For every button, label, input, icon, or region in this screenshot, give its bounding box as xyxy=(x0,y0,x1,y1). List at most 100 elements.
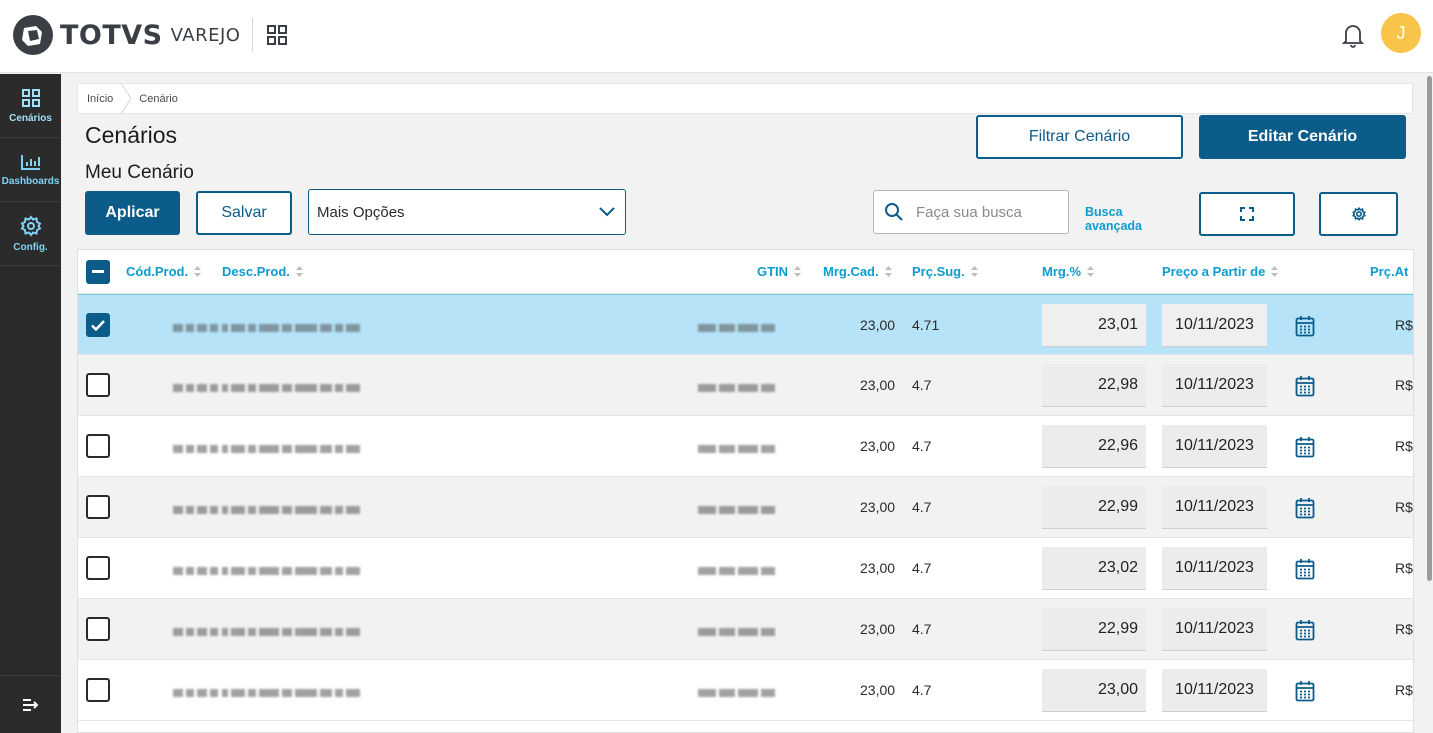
date-input[interactable]: 10/11/2023 xyxy=(1162,608,1267,651)
table-row[interactable]: 23,00 4.7 22,99 10/11/2023 R$ xyxy=(78,477,1413,538)
notification-bell-icon[interactable] xyxy=(1341,22,1365,48)
table-row[interactable]: 23,00 4.7 22,96 10/11/2023 R$ xyxy=(78,416,1413,477)
user-avatar[interactable]: J xyxy=(1381,13,1421,53)
row-checkbox[interactable] xyxy=(86,313,110,337)
column-label: Desc.Prod. xyxy=(222,264,290,279)
mrg-pct-input[interactable]: 23,01 xyxy=(1042,304,1146,347)
date-input[interactable]: 10/11/2023 xyxy=(1162,669,1267,712)
row-checkbox[interactable] xyxy=(86,373,110,397)
prc-sug-value: 4.7 xyxy=(912,560,932,576)
calendar-icon[interactable] xyxy=(1295,558,1315,580)
calendar-icon[interactable] xyxy=(1295,375,1315,397)
column-label: Prç.Sug. xyxy=(912,264,965,279)
mrg-cad-value: 23,00 xyxy=(860,560,896,576)
column-header-mrg-cad[interactable]: Mrg.Cad. xyxy=(823,264,892,279)
column-header-prc-sug[interactable]: Prç.Sug. xyxy=(912,264,978,279)
gtin-redacted xyxy=(698,684,778,697)
bar-chart-icon xyxy=(20,154,40,170)
indeterminate-icon xyxy=(92,270,104,273)
save-button[interactable]: Salvar xyxy=(196,191,292,235)
sidebar-item-cenarios[interactable]: Cenários xyxy=(0,74,61,138)
sidebar-item-config[interactable]: Config. xyxy=(0,202,61,266)
page-scrollbar-thumb[interactable] xyxy=(1427,76,1432,581)
search-icon xyxy=(885,203,903,221)
search-input[interactable] xyxy=(916,203,1056,221)
prc-at-value: R$ xyxy=(1395,621,1413,637)
table-row[interactable]: 23,00 4.7 22,98 10/11/2023 R$ xyxy=(78,355,1413,416)
main-content: Início Cenário Cenários Meu Cenário Filt… xyxy=(61,74,1433,733)
mrg-pct-input[interactable]: 22,98 xyxy=(1042,364,1146,407)
column-header-preco-partir[interactable]: Preço a Partir de xyxy=(1162,264,1279,279)
prc-at-value: R$ xyxy=(1395,499,1413,515)
sort-icon xyxy=(1271,266,1279,277)
column-header-desc-prod[interactable]: Desc.Prod. xyxy=(222,264,303,279)
table-row[interactable]: 23,00 4.7 22,99 10/11/2023 R$ xyxy=(78,599,1413,660)
prc-sug-value: 4.7 xyxy=(912,499,932,515)
mrg-cad-value: 23,00 xyxy=(860,438,896,454)
mrg-cad-value: 23,00 xyxy=(860,621,896,637)
fullscreen-button[interactable] xyxy=(1199,192,1295,236)
gtin-redacted xyxy=(698,379,778,392)
mrg-pct-input[interactable]: 22,99 xyxy=(1042,486,1146,529)
breadcrumb-item-inicio[interactable]: Início xyxy=(87,93,113,105)
prc-at-value: R$ xyxy=(1395,377,1413,393)
filter-scenario-button[interactable]: Filtrar Cenário xyxy=(976,115,1183,159)
gtin-redacted xyxy=(698,319,778,332)
prc-sug-value: 4.7 xyxy=(912,438,932,454)
table-settings-button[interactable] xyxy=(1319,192,1398,236)
apps-grid-icon[interactable] xyxy=(265,23,289,47)
table-row[interactable]: 23,00 4.71 23,01 10/11/2023 R$ xyxy=(78,294,1413,355)
edit-scenario-button[interactable]: Editar Cenário xyxy=(1199,115,1406,159)
row-checkbox[interactable] xyxy=(86,556,110,580)
mrg-pct-input[interactable]: 22,96 xyxy=(1042,425,1146,468)
mrg-pct-input[interactable]: 22,99 xyxy=(1042,608,1146,651)
more-options-select[interactable]: Mais Opções xyxy=(308,189,626,235)
collapse-menu-icon xyxy=(22,698,38,711)
calendar-icon[interactable] xyxy=(1295,619,1315,641)
row-checkbox[interactable] xyxy=(86,617,110,641)
mrg-pct-input[interactable]: 23,00 xyxy=(1042,669,1146,712)
column-label: Mrg.% xyxy=(1042,264,1081,279)
date-input[interactable]: 10/11/2023 xyxy=(1162,486,1267,529)
column-header-mrg-pct[interactable]: Mrg.% xyxy=(1042,264,1094,279)
search-box[interactable] xyxy=(873,190,1069,234)
apply-button[interactable]: Aplicar xyxy=(85,191,180,235)
date-input[interactable]: 10/11/2023 xyxy=(1162,364,1267,407)
calendar-icon[interactable] xyxy=(1295,680,1315,702)
sort-icon xyxy=(1087,266,1094,277)
sort-icon xyxy=(970,266,978,277)
sidebar-item-dashboards[interactable]: Dashboards xyxy=(0,138,61,202)
column-label: Mrg.Cad. xyxy=(823,264,879,279)
column-header-prc-at[interactable]: Prç.At xyxy=(1370,264,1408,279)
fullscreen-icon xyxy=(1240,207,1254,221)
prc-sug-value: 4.71 xyxy=(912,317,940,333)
calendar-icon[interactable] xyxy=(1295,436,1315,458)
advanced-search-line1: Busca xyxy=(1085,205,1123,219)
mrg-pct-input[interactable]: 23,02 xyxy=(1042,547,1146,590)
prc-at-value: R$ xyxy=(1395,317,1413,333)
row-checkbox[interactable] xyxy=(86,678,110,702)
row-checkbox[interactable] xyxy=(86,495,110,519)
brand-logo[interactable]: TOTVS VAREJO xyxy=(12,14,289,56)
column-label: GTIN xyxy=(757,264,789,279)
calendar-icon[interactable] xyxy=(1295,315,1315,337)
select-all-checkbox[interactable] xyxy=(86,260,110,284)
date-input[interactable]: 10/11/2023 xyxy=(1162,304,1267,347)
logo-divider xyxy=(252,18,254,52)
table-row[interactable]: 23,00 4.7 23,00 10/11/2023 R$ xyxy=(78,660,1413,721)
calendar-icon[interactable] xyxy=(1295,497,1315,519)
brand-product: VAREJO xyxy=(170,24,241,46)
collapse-menu-button[interactable] xyxy=(0,675,61,733)
date-input[interactable]: 10/11/2023 xyxy=(1162,547,1267,590)
desc-prod-redacted xyxy=(222,501,363,514)
gtin-redacted xyxy=(698,501,778,514)
column-header-gtin[interactable]: GTIN xyxy=(757,264,802,279)
date-input[interactable]: 10/11/2023 xyxy=(1162,425,1267,468)
table-row[interactable]: 23,00 4.7 23,02 10/11/2023 R$ xyxy=(78,538,1413,599)
cod-prod-redacted xyxy=(173,684,221,697)
advanced-search-line2: avançada xyxy=(1085,219,1142,233)
row-checkbox[interactable] xyxy=(86,434,110,458)
column-header-cod-prod[interactable]: Cód.Prod. xyxy=(126,264,202,279)
advanced-search-link[interactable]: Busca avançada xyxy=(1085,205,1142,233)
more-options-value: Mais Opções xyxy=(317,203,405,221)
